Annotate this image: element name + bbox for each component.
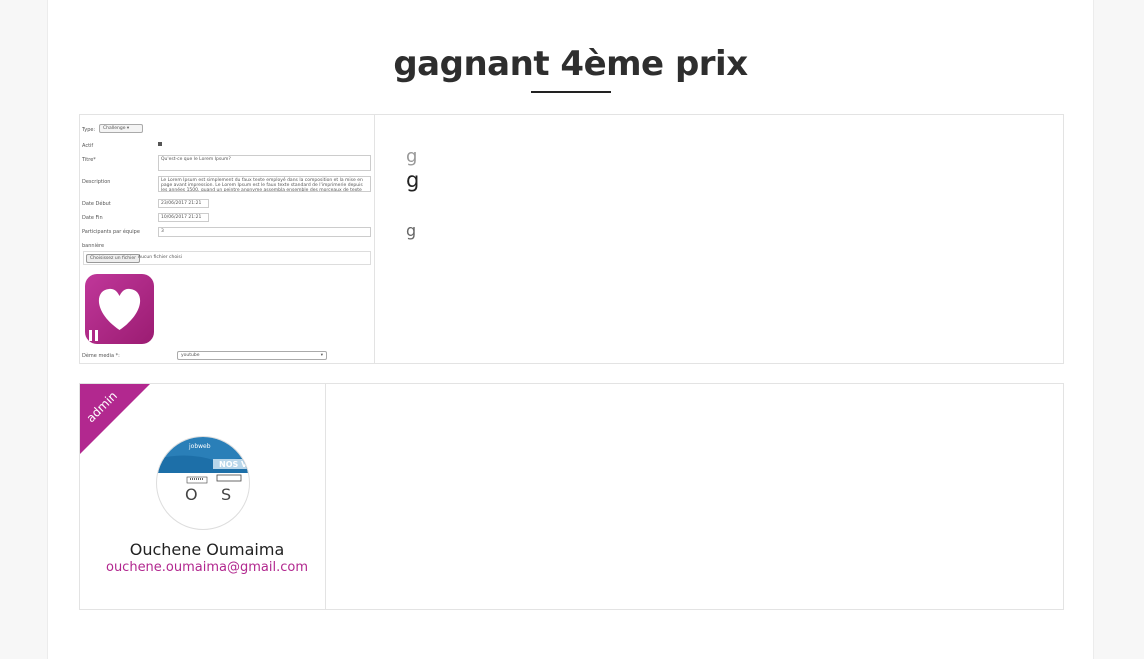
entry-line-2: g <box>406 168 420 192</box>
date-debut-field: 23/06/2017 21:21 <box>158 199 209 208</box>
page-title: gagnant 4ème prix <box>393 44 748 84</box>
user-email-link[interactable]: ouchene.oumaima@gmail.com <box>80 560 325 575</box>
description-field: Le Lorem Ipsum est simplement du faux te… <box>158 176 371 192</box>
titre-field: Qu'est-ce que le Lorem Ipsum? <box>158 155 371 171</box>
media-select: youtube ▾ <box>177 351 327 360</box>
page-container: gagnant 4ème prix Type: Challenge ▾ Acti… <box>47 0 1094 659</box>
heart-logo <box>85 274 154 344</box>
participants-label: Participants par équipe <box>82 229 140 235</box>
entry-line-3: g <box>406 221 417 240</box>
entry-details: g g g <box>376 115 1064 363</box>
media-label: Dème media *: <box>82 353 120 359</box>
user-profile-panel: admin jobweb NOS V O S Ouchene Oumaima o… <box>80 384 326 609</box>
avatar-letter-o: O <box>185 485 198 504</box>
entry-screenshot: Type: Challenge ▾ Actif Titre* Qu'est-ce… <box>80 115 375 363</box>
date-debut-label: Date Début <box>82 201 111 207</box>
type-label: Type: <box>82 127 96 133</box>
file-choose-button: Choisissez un fichier <box>86 254 141 263</box>
description-label: Description <box>82 179 111 185</box>
avatar-banner: NOS V <box>219 460 248 469</box>
date-fin-field: 10/06/2017 21:21 <box>158 213 209 222</box>
participants-field: 3 <box>158 227 371 237</box>
date-fin-label: Date Fin <box>82 215 103 221</box>
actif-label: Actif <box>82 143 94 149</box>
entry-line-1: g <box>406 146 418 167</box>
type-select: Challenge ▾ <box>99 124 143 133</box>
title-underline <box>531 91 611 93</box>
titre-label: Titre* <box>82 157 96 163</box>
avatar-brand: jobweb <box>189 443 211 450</box>
avatar-letter-s: S <box>221 485 232 504</box>
winner-card: admin jobweb NOS V O S Ouchene Oumaima o… <box>79 383 1064 610</box>
prize-entry-card: Type: Challenge ▾ Actif Titre* Qu'est-ce… <box>79 114 1064 364</box>
file-field: Choisissez un fichier Aucun fichier choi… <box>83 251 371 265</box>
actif-checkbox <box>158 142 162 146</box>
avatar[interactable]: jobweb NOS V O S <box>156 436 250 530</box>
user-name: Ouchene Oumaima <box>129 540 285 559</box>
file-status: Aucun fichier choisi <box>138 255 182 260</box>
admin-ribbon: admin <box>80 384 150 454</box>
banniere-label: bannière <box>82 243 105 249</box>
